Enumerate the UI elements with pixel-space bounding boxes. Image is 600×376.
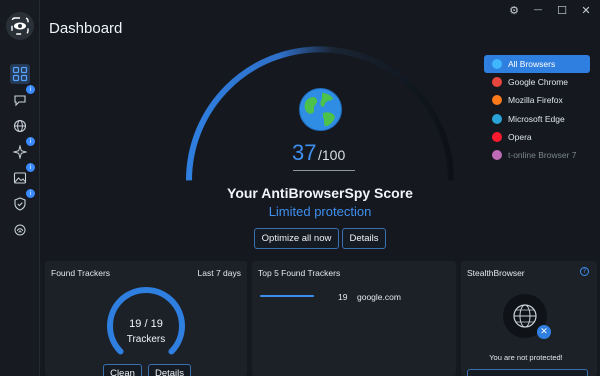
score-title: Your AntiBrowserSpy Score: [227, 185, 413, 201]
info-badge: i: [26, 85, 35, 94]
panel-title: Top 5 Found Trackers: [258, 268, 341, 278]
browser-label: Microsoft Edge: [508, 113, 565, 124]
trackers-details-button[interactable]: Details: [148, 364, 191, 376]
settings-icon[interactable]: ⚙: [508, 4, 520, 17]
chat-icon: [14, 95, 26, 107]
eye-logo-icon: [11, 17, 29, 35]
app-logo: [6, 12, 34, 40]
grid-icon: [12, 66, 28, 82]
browser-item[interactable]: All Browsers: [484, 55, 590, 74]
browser-item[interactable]: Microsoft Edge: [484, 110, 590, 128]
browser-item[interactable]: t-online Browser 7: [484, 146, 590, 164]
sidebar: i i i i: [0, 0, 40, 376]
shield-icon: [14, 197, 26, 211]
optimize-all-button[interactable]: Optimize all now: [254, 228, 339, 249]
browser-item[interactable]: Mozilla Firefox: [484, 91, 590, 109]
sparkle-icon: [13, 145, 27, 159]
image-icon: [13, 172, 27, 184]
protection-status: Limited protection: [268, 204, 372, 219]
close-icon[interactable]: ✕: [580, 4, 592, 17]
score-divider: [293, 170, 355, 171]
score-max: /100: [318, 147, 346, 163]
info-badge: i: [26, 163, 35, 172]
t-online-icon: [492, 150, 502, 161]
sidebar-item-chat[interactable]: i: [10, 85, 35, 110]
score-value: 37: [292, 140, 317, 165]
panel-title: Found Trackers: [51, 268, 111, 278]
clean-button[interactable]: Clean: [103, 364, 142, 376]
sidebar-item-fingerprint[interactable]: [10, 220, 30, 240]
page-title: Dashboard: [49, 20, 123, 37]
minimize-icon[interactable]: —: [532, 4, 544, 16]
top-trackers-panel: Top 5 Found Trackers: [252, 261, 456, 376]
sidebar-item-shield[interactable]: i: [10, 189, 35, 214]
not-protected-icon: ✕: [537, 325, 551, 339]
maximize-icon[interactable]: ☐: [556, 4, 568, 17]
browser-item[interactable]: Google Chrome: [484, 73, 590, 91]
browser-label: Opera: [508, 131, 532, 142]
info-badge: i: [26, 137, 35, 146]
browser-list: All Browsers Google Chrome Mozilla Firefox…: [484, 55, 590, 164]
fingerprint-icon: [14, 224, 26, 236]
browser-label: Mozilla Firefox: [508, 95, 563, 106]
edge-icon: [492, 113, 502, 124]
firefox-icon: [492, 95, 502, 106]
period-label: Last 7 days: [197, 268, 241, 278]
score-details-button[interactable]: Details: [342, 228, 386, 249]
sidebar-item-web[interactable]: [10, 116, 30, 136]
earth-icon: [299, 88, 342, 131]
browser-label: Google Chrome: [508, 77, 569, 88]
window-controls: ⚙ — ☐ ✕: [508, 4, 592, 17]
sidebar-item-sparkle[interactable]: i: [10, 137, 35, 162]
tracker-ring-value: 19 / 19: [129, 318, 163, 330]
tracker-ring-label: Trackers: [126, 334, 166, 345]
stealth-status: You are not protected!: [489, 353, 563, 362]
sidebar-item-dashboard[interactable]: [10, 64, 30, 84]
chrome-icon: [492, 77, 502, 88]
tracker-bar: [260, 295, 314, 297]
info-badge: i: [26, 189, 35, 198]
browser-label: All Browsers: [508, 59, 556, 70]
help-icon[interactable]: ?: [580, 267, 589, 276]
browser-item[interactable]: Opera: [484, 128, 590, 146]
panel-title: StealthBrowser: [467, 268, 525, 278]
tracker-count: 19: [338, 292, 348, 302]
opera-icon: [492, 131, 502, 142]
stealth-action-button[interactable]: [467, 369, 588, 376]
browser-label: t-online Browser 7: [508, 150, 577, 161]
all-browsers-icon: [492, 59, 502, 70]
sidebar-item-image[interactable]: i: [10, 163, 35, 188]
tracker-domain[interactable]: google.com: [357, 292, 401, 302]
globe-icon: [13, 119, 27, 133]
